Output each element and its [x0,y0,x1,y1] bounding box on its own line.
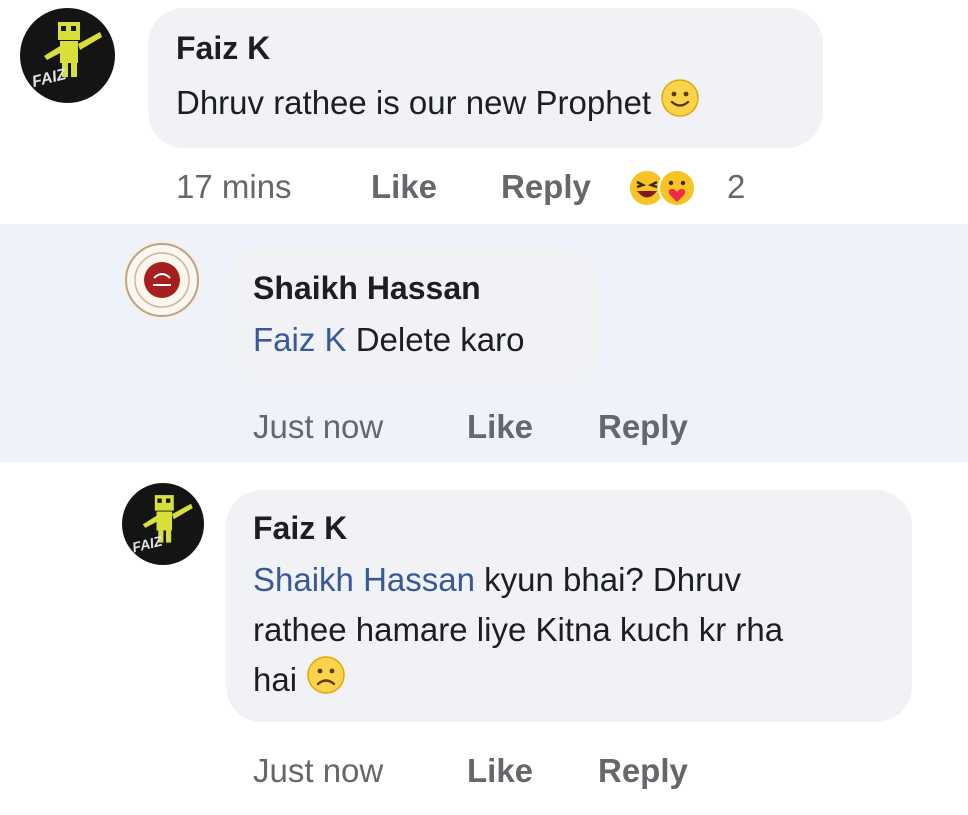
shaikh-hassan-avatar[interactable] [122,240,202,320]
frown-emoji [306,655,346,709]
comment-author[interactable]: Faiz K [176,30,270,67]
comment-text: Faiz K Delete karo [253,315,524,365]
faiz-avatar[interactable]: FAIZ [20,8,115,103]
comment-body: Delete karo [355,321,525,358]
reply-button[interactable]: Reply [598,408,688,446]
reply-button[interactable]: Reply [598,752,688,790]
seal-logo-icon [125,243,199,317]
mention-link[interactable]: Faiz K [253,321,347,358]
reply-button[interactable]: Reply [501,168,591,206]
comment-author[interactable]: Shaikh Hassan [253,270,481,307]
comment-body-line: kyun bhai? Dhruv [484,561,741,598]
comment-body: Dhruv rathee is our new Prophet [176,84,652,121]
comment-text: Shaikh Hassan kyun bhai? Dhruv rathee ha… [253,555,893,709]
mention-link[interactable]: Shaikh Hassan [253,561,475,598]
comment-body-line: hai [253,661,298,698]
reaction-count: 2 [727,168,746,205]
comment-author[interactable]: Faiz K [253,510,347,547]
reactions-summary[interactable]: 2 [627,166,757,210]
comment-time: 17 mins [176,168,292,205]
comment-time: Just now [253,408,384,445]
like-button[interactable]: Like [371,168,437,206]
like-button[interactable]: Like [467,752,533,790]
care-reaction-icon [657,168,697,213]
comment-time: Just now [253,752,384,789]
slight-smile-emoji [660,78,700,132]
faiz-avatar[interactable]: FAIZ [122,483,204,565]
like-button[interactable]: Like [467,408,533,446]
comment-text: Dhruv rathee is our new Prophet [176,78,700,132]
comment-body-line: rathee hamare liye Kitna kuch kr rha [253,611,784,648]
